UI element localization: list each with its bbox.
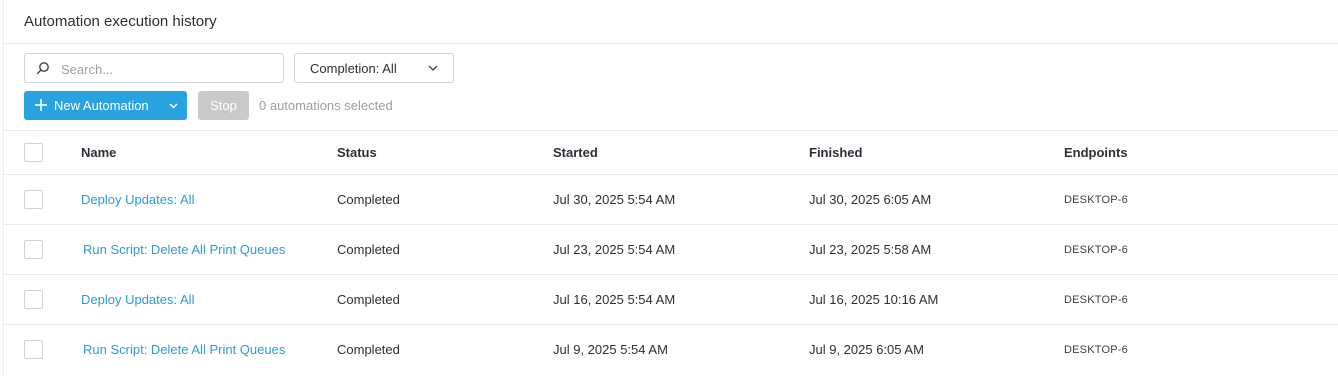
automation-table: Name Status Started Finished Endpoints D…	[4, 130, 1338, 375]
table-row: Run Script: Delete All Print Queues Comp…	[4, 224, 1338, 275]
panel-header: Automation execution history	[4, 0, 1338, 44]
search-icon	[36, 62, 49, 75]
finished-cell: Jul 16, 2025 10:16 AM	[809, 274, 1064, 325]
automation-name-link[interactable]: Deploy Updates: All	[81, 292, 194, 307]
row-checkbox[interactable]	[24, 190, 43, 209]
new-automation-button[interactable]: New Automation	[24, 91, 187, 120]
new-automation-label: New Automation	[54, 98, 149, 113]
status-cell: Completed	[337, 224, 553, 275]
column-header-started[interactable]: Started	[553, 130, 809, 175]
column-header-endpoints[interactable]: Endpoints	[1064, 130, 1338, 175]
select-all-checkbox[interactable]	[24, 143, 43, 162]
status-cell: Completed	[337, 174, 553, 225]
row-select-cell	[4, 224, 81, 275]
automation-name-link[interactable]: Run Script: Delete All Print Queues	[81, 242, 285, 257]
endpoints-cell: DESKTOP-6	[1064, 274, 1338, 325]
row-select-cell	[4, 274, 81, 325]
row-checkbox[interactable]	[24, 240, 43, 259]
status-cell: Completed	[337, 324, 553, 375]
finished-cell: Jul 9, 2025 6:05 AM	[809, 324, 1064, 375]
table-row: Deploy Updates: All Completed Jul 30, 20…	[4, 174, 1338, 225]
finished-cell: Jul 23, 2025 5:58 AM	[809, 224, 1064, 275]
row-checkbox[interactable]	[24, 290, 43, 309]
finished-cell: Jul 30, 2025 6:05 AM	[809, 174, 1064, 225]
automation-name-link[interactable]: Run Script: Delete All Print Queues	[81, 342, 285, 357]
table-header-row: Name Status Started Finished Endpoints	[4, 130, 1338, 175]
started-cell: Jul 9, 2025 5:54 AM	[553, 324, 809, 375]
table-row: Run Script: Delete All Print Queues Comp…	[4, 324, 1338, 375]
row-checkbox[interactable]	[24, 340, 43, 360]
table-row: Deploy Updates: All Completed Jul 16, 20…	[4, 274, 1338, 325]
stop-button[interactable]: Stop	[198, 91, 249, 120]
row-select-cell	[4, 174, 81, 225]
chevron-down-icon	[169, 103, 178, 109]
selection-count: 0 automations selected	[259, 98, 393, 113]
search-input[interactable]	[59, 58, 273, 80]
completion-filter-dropdown[interactable]: Completion: All	[294, 53, 454, 83]
endpoints-cell: DESKTOP-6	[1064, 324, 1338, 375]
automation-name-link[interactable]: Deploy Updates: All	[81, 192, 194, 207]
column-header-finished[interactable]: Finished	[809, 130, 1064, 175]
stop-label: Stop	[210, 98, 237, 113]
automation-history-panel: Automation execution history Completion:…	[3, 0, 1338, 376]
select-all-cell	[4, 130, 81, 175]
column-header-status[interactable]: Status	[337, 130, 553, 175]
column-header-name[interactable]: Name	[81, 130, 337, 175]
search-box[interactable]	[24, 53, 284, 83]
status-cell: Completed	[337, 274, 553, 325]
started-cell: Jul 16, 2025 5:54 AM	[553, 274, 809, 325]
row-select-cell	[4, 324, 81, 375]
started-cell: Jul 23, 2025 5:54 AM	[553, 224, 809, 275]
chevron-down-icon	[428, 65, 438, 71]
completion-filter-label: Completion: All	[310, 61, 397, 76]
started-cell: Jul 30, 2025 5:54 AM	[553, 174, 809, 225]
plus-icon	[35, 99, 47, 111]
endpoints-cell: DESKTOP-6	[1064, 174, 1338, 225]
endpoints-cell: DESKTOP-6	[1064, 224, 1338, 275]
page-title: Automation execution history	[24, 13, 217, 30]
